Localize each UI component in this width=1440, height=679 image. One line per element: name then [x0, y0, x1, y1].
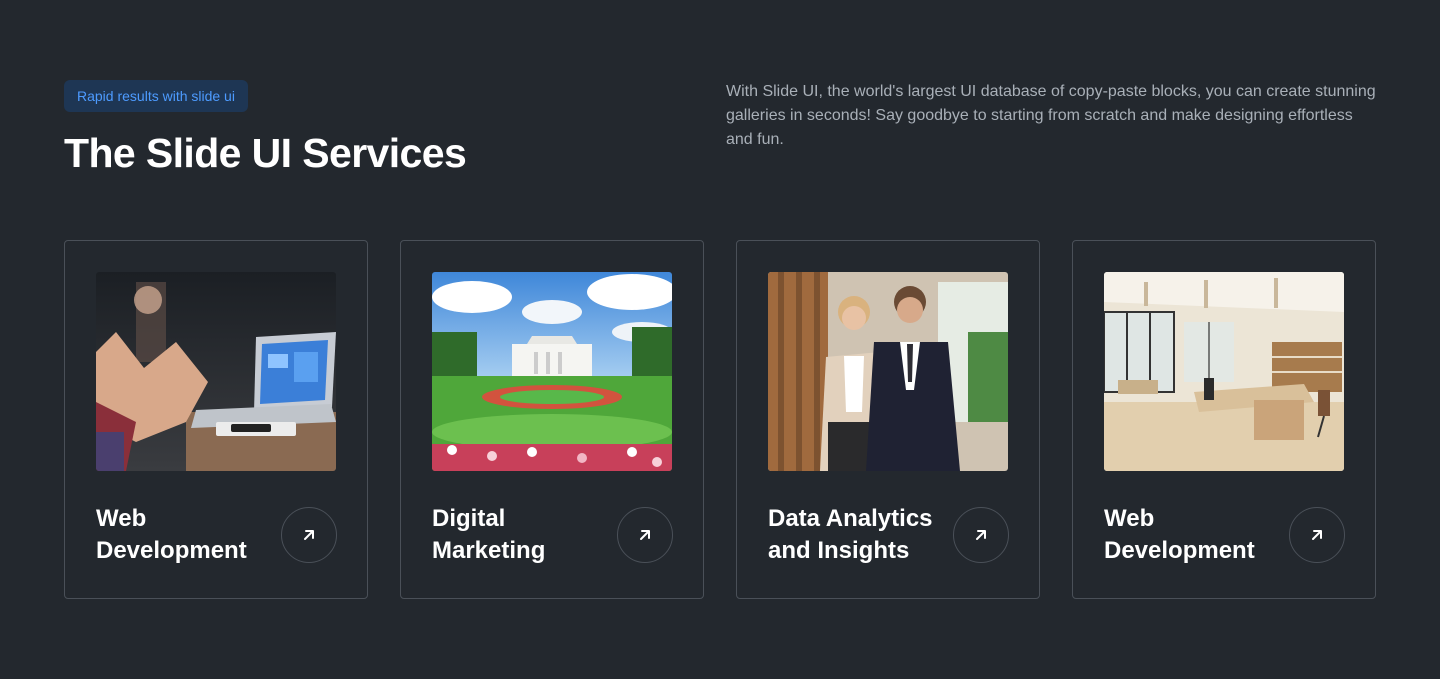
arrow-up-right-icon	[304, 530, 314, 540]
card-title: Web Development	[1104, 505, 1255, 564]
services-grid: Web Development Digital Marketing Data A…	[64, 240, 1376, 599]
card-link-button[interactable]	[281, 507, 337, 563]
arrow-up-right-icon	[1312, 530, 1322, 540]
service-card-web-development: Web Development	[64, 240, 368, 599]
section-description: With Slide UI, the world's largest UI da…	[726, 83, 1376, 148]
card-title: Data Analytics and Insights	[768, 505, 933, 564]
arrow-up-right-icon	[640, 530, 650, 540]
white-house-garden-photo	[432, 272, 672, 471]
service-card-digital-marketing: Digital Marketing	[400, 240, 704, 599]
business-people-photo	[768, 272, 1008, 471]
card-title: Digital Marketing	[432, 505, 546, 564]
card-link-button[interactable]	[1289, 507, 1345, 563]
card-link-button[interactable]	[953, 507, 1009, 563]
card-link-button[interactable]	[617, 507, 673, 563]
page-title: The Slide UI Services	[64, 130, 467, 176]
modern-office-photo	[1104, 272, 1344, 471]
service-card-data-analytics: Data Analytics and Insights	[736, 240, 1040, 599]
laptop-meeting-photo	[96, 272, 336, 471]
section-badge: Rapid results with slide ui	[64, 80, 248, 112]
card-title: Web Development	[96, 505, 247, 564]
service-card-web-development-2: Web Development	[1072, 240, 1376, 599]
arrow-up-right-icon	[976, 530, 986, 540]
